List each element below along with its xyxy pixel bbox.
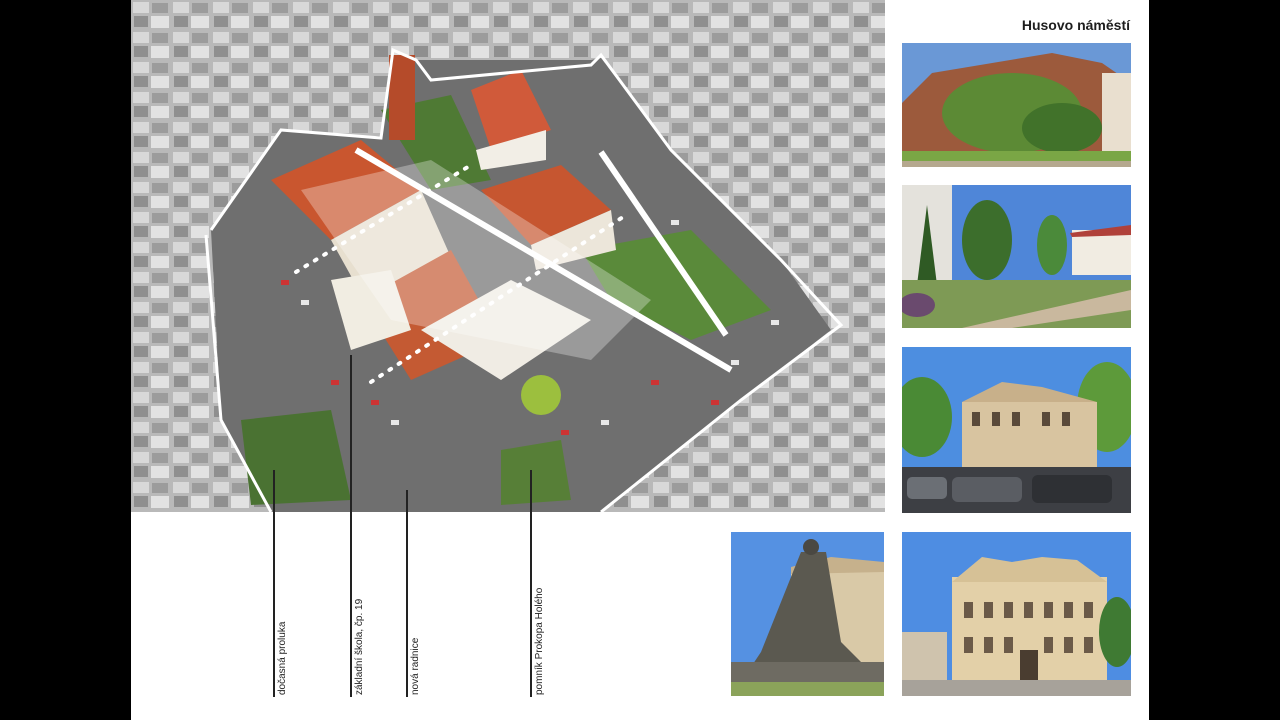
label-docasna-proluka: dočasná proluka <box>277 621 288 695</box>
label-nova-radnice: nová radnice <box>410 637 421 695</box>
leader-line-2 <box>350 355 352 697</box>
leader-line-3 <box>406 490 408 697</box>
page-title: Husovo náměstí <box>1021 17 1130 33</box>
photo-brick-wall <box>902 43 1131 167</box>
label-zakladni-skola: základní škola, čp. 19 <box>354 598 365 695</box>
label-pomnik: pomník Prokopa Holého <box>534 587 545 695</box>
leader-line-1 <box>273 470 275 697</box>
aerial-photo <box>131 0 885 512</box>
slide: Husovo náměstí dočasná proluka základní … <box>131 0 1149 720</box>
leader-line-4 <box>530 470 532 697</box>
photo-school-building <box>902 347 1131 513</box>
photo-town-hall <box>902 532 1131 696</box>
photo-park <box>902 185 1131 328</box>
photo-monument <box>731 532 884 696</box>
